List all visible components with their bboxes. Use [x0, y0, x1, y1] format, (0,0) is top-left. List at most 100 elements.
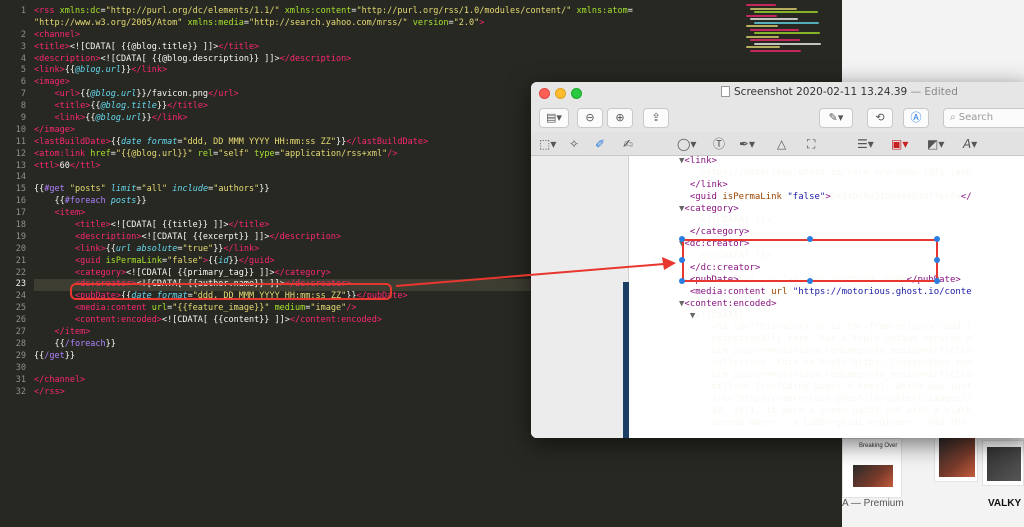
xml-token: [679, 180, 690, 190]
selection-tool-icon[interactable]: ⬚▾: [539, 135, 556, 153]
code-token: }}: [335, 136, 347, 147]
resize-handle[interactable]: [679, 278, 685, 284]
zoom-button[interactable]: [571, 88, 582, 99]
code-token: <![CDATA[ {{primary_tag}} ]]>: [126, 267, 275, 278]
search-input[interactable]: ⌕ Search: [943, 108, 1024, 128]
card-thumbnail: [853, 465, 893, 487]
sketch-icon[interactable]: ✐: [595, 135, 605, 153]
minimap-line: [754, 32, 820, 34]
share-button[interactable]: ⇪: [643, 108, 669, 128]
disclosure-triangle-icon[interactable]: ▼: [679, 311, 695, 321]
resize-handle[interactable]: [807, 236, 813, 242]
code-token: <link>: [54, 113, 86, 124]
code-token: xmlns:media: [187, 17, 244, 28]
line-number: 23: [15, 279, 26, 290]
xml-token: <category>: [684, 203, 739, 214]
code-token: xmlns:content: [284, 6, 352, 16]
line-number: 31: [15, 374, 26, 385]
code-token: {{: [34, 196, 65, 207]
fill-color-icon[interactable]: ◩▾: [927, 135, 944, 153]
code-token: <image>: [34, 77, 70, 88]
dc-creator-highlight-box: [70, 283, 392, 300]
article-card[interactable]: Breaking Over: [842, 438, 902, 498]
line-number: 7: [20, 89, 26, 100]
xml-line: million (including buyer's fees), which …: [679, 382, 1024, 394]
crop-icon[interactable]: ⛶: [807, 135, 815, 153]
code-token: }}: [121, 65, 132, 76]
adjust-color-icon[interactable]: △: [777, 135, 786, 153]
line-number: 32: [15, 386, 26, 397]
code-token: #foreach: [64, 196, 106, 207]
shapes-icon[interactable]: ◯▾: [677, 135, 696, 153]
window-titlebar[interactable]: Screenshot 2020-02-11 13.24.39 — Edited: [531, 82, 1024, 104]
code-line[interactable]: <channel>: [34, 30, 834, 42]
zoom-in-button[interactable]: ⊕: [607, 108, 633, 128]
border-color-icon[interactable]: ▣▾: [891, 135, 908, 153]
line-number: 4: [20, 53, 26, 64]
resize-handle[interactable]: [679, 236, 685, 242]
zoom-out-button[interactable]: ⊖: [577, 108, 603, 128]
code-token: }}: [64, 350, 75, 361]
code-token: =: [627, 6, 633, 16]
code-token: <![CDATA[ {{excerpt}} ]]>: [141, 231, 270, 242]
xml-document-view: ▼<link> https://motorious.ghost.io/rare-…: [679, 156, 1024, 438]
code-token: @blog.url: [90, 89, 137, 100]
code-token: "ddd, DD MMM YYYY HH:mm:ss ZZ": [182, 136, 336, 147]
code-token: }}: [141, 113, 152, 124]
line-number: 14: [15, 172, 26, 183]
code-token: />: [387, 148, 398, 159]
close-button[interactable]: [539, 88, 550, 99]
minimap[interactable]: [746, 4, 836, 56]
sidebar-toggle-button[interactable]: ▤▾: [539, 108, 569, 128]
code-line[interactable]: <link>{{@blog.url}}</link>: [34, 65, 834, 77]
code-token: <lastBuildDate>: [34, 136, 111, 147]
resize-handle[interactable]: [934, 236, 940, 242]
resize-handle[interactable]: [934, 257, 940, 263]
code-token: medium: [274, 303, 306, 314]
code-token: isPermaLink: [105, 255, 162, 266]
draw-icon[interactable]: ✍: [623, 135, 633, 153]
article-caption: A — Premium: [842, 498, 904, 509]
minimap-line: [746, 4, 776, 6]
line-style-icon[interactable]: ☰▾: [857, 135, 874, 153]
code-token: "http://purl.org/rss/1.0/modules/content…: [356, 6, 572, 16]
resize-handle[interactable]: [934, 278, 940, 284]
xml-line: ▼<category>: [679, 204, 1024, 216]
code-token: </link>: [151, 113, 188, 124]
code-token: </title>: [228, 220, 270, 231]
sign-icon[interactable]: ✒▾: [739, 135, 755, 153]
instant-alpha-icon[interactable]: ✧: [569, 135, 579, 153]
code-line[interactable]: <description><![CDATA[ {{@blog.descripti…: [34, 54, 834, 66]
code-line[interactable]: <rss xmlns:dc = "http://purl.org/dc/elemen…: [34, 6, 834, 18]
markup-button[interactable]: Ⓐ: [903, 108, 929, 128]
code-token: </link>: [131, 65, 168, 76]
line-number: 12: [15, 148, 26, 159]
card-thumbnail: [939, 437, 975, 477]
pen-button[interactable]: ✎▾: [819, 108, 853, 128]
article-card[interactable]: [982, 440, 1024, 486]
minimize-button[interactable]: [555, 88, 566, 99]
document-content[interactable]: ▼<link> https://motorious.ghost.io/rare-…: [531, 156, 1024, 438]
page-thumbnail[interactable]: [623, 282, 629, 438]
minimap-line: [754, 11, 818, 13]
rotate-button[interactable]: ⟲: [867, 108, 893, 128]
code-token: "self": [218, 148, 249, 159]
code-token: include: [172, 184, 209, 195]
dc-creator-annotation-box: [679, 236, 940, 284]
code-token: {{: [85, 113, 96, 124]
text-icon[interactable]: Ⓣ: [713, 135, 725, 153]
code-token: @blog.title: [100, 101, 157, 112]
resize-handle[interactable]: [807, 278, 813, 284]
resize-handle[interactable]: [679, 257, 685, 263]
line-number: 26: [15, 315, 26, 326]
code-line[interactable]: <title><![CDATA[ {{@blog.title}} ]]></ti…: [34, 42, 834, 54]
text-style-icon[interactable]: A▾: [963, 135, 977, 153]
code-token: </item>: [54, 327, 91, 338]
code-token: <title>: [34, 41, 70, 52]
code-token: <link>: [34, 65, 65, 76]
code-token: <category>: [74, 267, 127, 278]
code-token: </category>: [274, 267, 331, 278]
xml-line: utm_source=motorious.com&amp;utm_medium=…: [679, 346, 1024, 358]
thumbnail-sidebar[interactable]: [531, 156, 629, 438]
code-line[interactable]: "http://www.w3.org/2005/Atom" xmlns:medi…: [34, 18, 834, 30]
